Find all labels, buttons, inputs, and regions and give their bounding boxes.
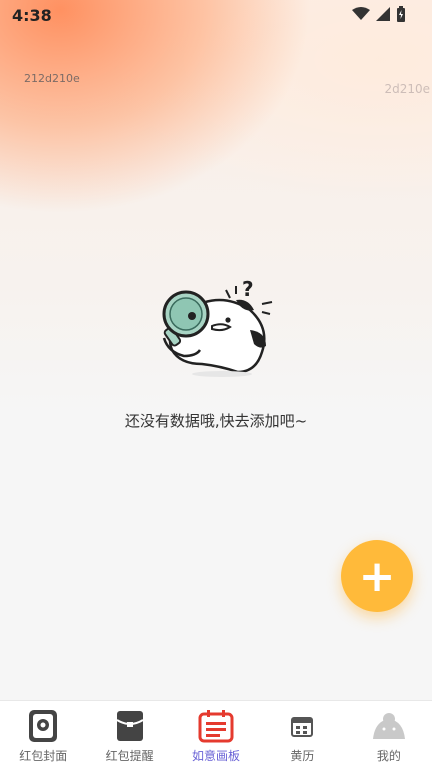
status-time: 4:38: [12, 6, 52, 25]
tab-red-envelope-cover[interactable]: 红包封面: [0, 701, 86, 769]
tab-label: 我的: [376, 749, 401, 763]
plus-icon: +: [358, 550, 396, 602]
wifi-icon: [352, 7, 370, 20]
tab-almanac[interactable]: 黄历: [259, 701, 345, 769]
svg-text:?: ?: [242, 280, 254, 301]
cover-icon: [29, 710, 58, 742]
empty-state-message: 还没有数据哦,快去添加吧~: [124, 412, 308, 430]
watermark-right: 2d210e: [384, 82, 430, 96]
status-bar: 4:38: [0, 0, 432, 30]
tab-mine[interactable]: 我的: [346, 701, 432, 769]
tab-label: 黄历: [290, 749, 315, 763]
tab-red-envelope-reminder[interactable]: 红包提醒: [86, 701, 172, 769]
tab-label: 红包提醒: [105, 749, 154, 763]
calendar-icon: [291, 717, 314, 737]
signal-icon: [376, 7, 390, 21]
battery-icon: [397, 6, 405, 22]
bottom-tab-bar: 红包封面 红包提醒 如意画板 黄历 我的: [0, 700, 432, 769]
tab-label: 如意画板: [192, 749, 241, 763]
add-button[interactable]: +: [341, 540, 413, 612]
profile-icon: [372, 713, 405, 739]
tab-label: 红包封面: [19, 749, 68, 763]
envelope-icon: [116, 711, 144, 741]
watermark-left: 212d210e: [24, 72, 80, 85]
board-icon: [198, 710, 234, 743]
empty-illustration: ?: [162, 280, 273, 377]
status-icons: [352, 6, 406, 22]
tab-wish-board[interactable]: 如意画板: [173, 701, 259, 769]
